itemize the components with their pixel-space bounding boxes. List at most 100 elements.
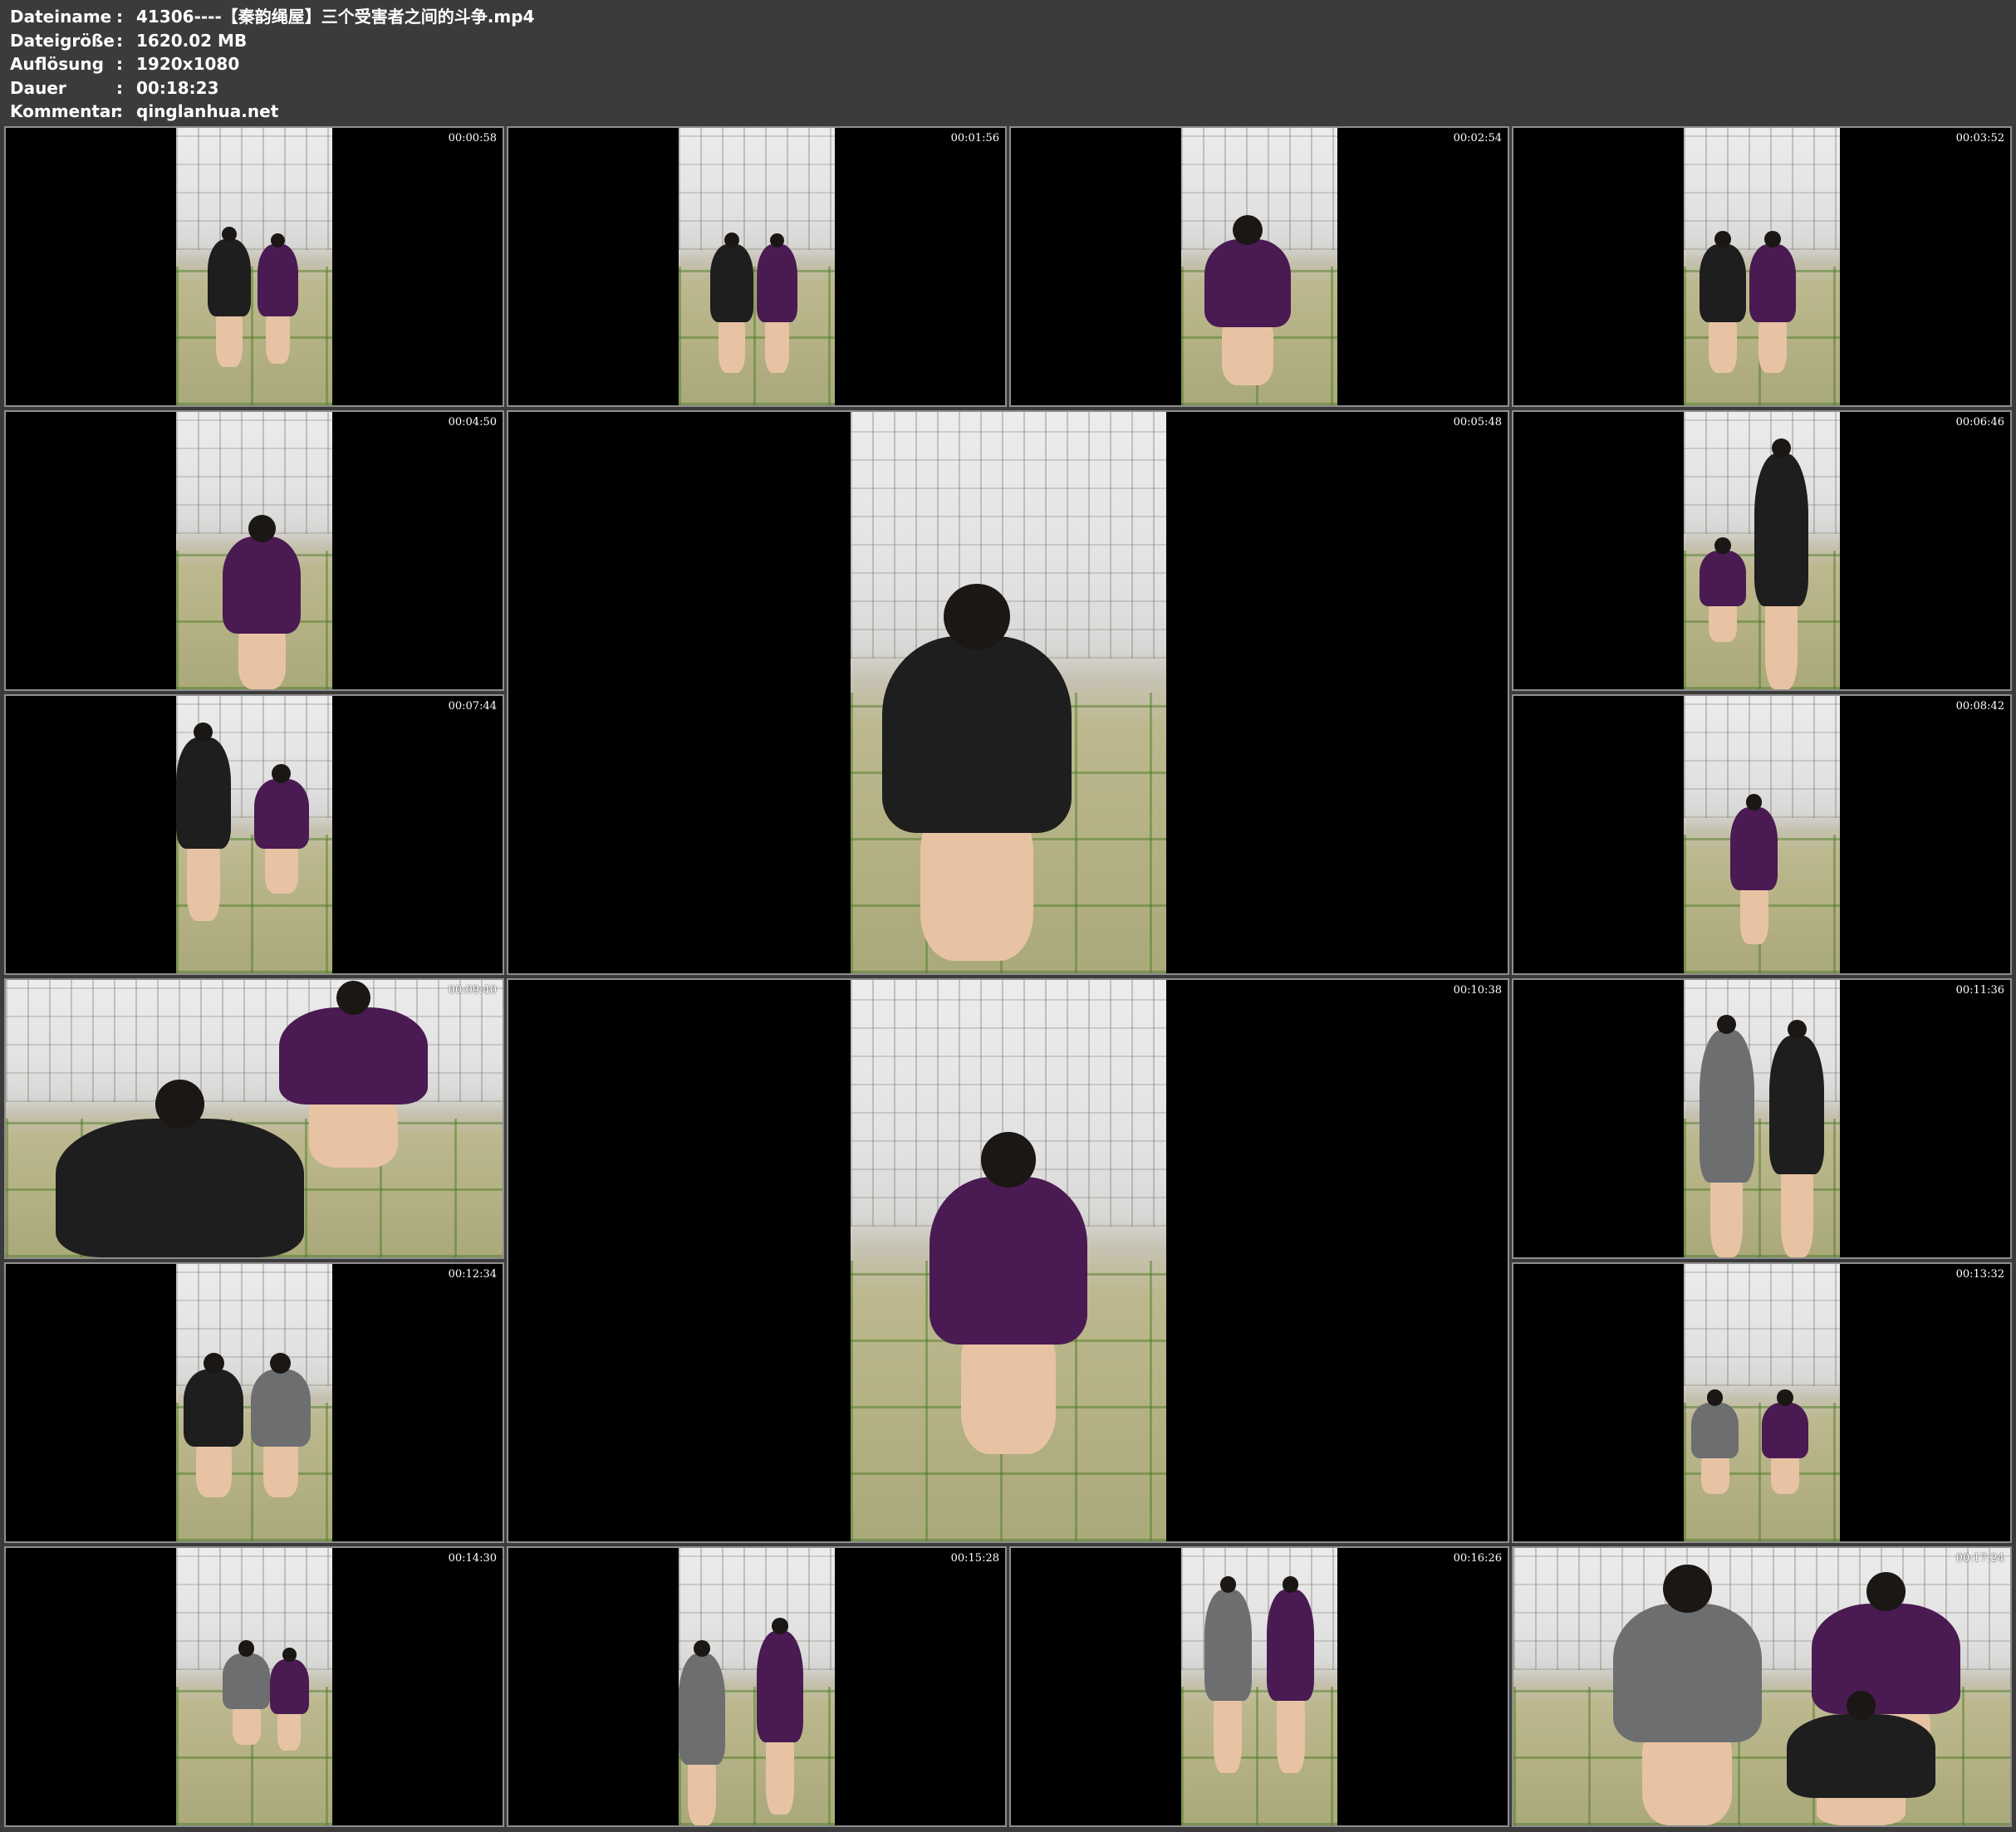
person-figure [55,1119,304,1257]
thumbnail-timestamp: 00:16:26 [1453,1552,1502,1565]
person-figure [207,238,252,317]
person-figure [254,779,309,849]
video-thumbnail[interactable]: 00:02:54 [1009,126,1509,407]
person-figure [269,1658,309,1715]
video-frame [1684,1264,1840,1541]
thumbnail-timestamp: 00:01:56 [950,132,999,145]
video-frame [176,412,332,689]
video-frame [1181,128,1337,405]
person-figure [251,1369,311,1447]
video-thumbnail[interactable]: 00:08:42 [1512,694,2012,975]
video-frame [679,1548,835,1825]
video-thumbnail[interactable]: 00:13:32 [1512,1262,2012,1543]
video-thumbnail[interactable]: 00:00:58 [4,126,504,407]
video-thumbnail[interactable]: 00:10:38 [507,978,1509,1543]
video-frame [851,412,1166,973]
person-figure [1691,1403,1739,1458]
person-head [1232,214,1263,245]
person-head [694,1640,711,1657]
video-frame [176,696,332,973]
thumbnail-timestamp: 00:02:54 [1453,132,1502,145]
video-thumbnail[interactable]: 00:01:56 [507,126,1007,407]
video-frame [1684,412,1840,689]
person-head [724,232,740,247]
thumbnail-timestamp: 00:11:36 [1955,984,2004,997]
person-figure [757,244,797,322]
person-head [1777,1389,1794,1406]
video-frame [679,128,835,405]
person-figure [223,1653,270,1709]
video-thumbnail[interactable]: 00:17:24 [1512,1546,2012,1827]
person-figure [1267,1590,1314,1701]
person-figure [1699,551,1747,606]
person-head [1745,793,1763,811]
person-head [238,1640,255,1657]
person-figure [1762,1403,1809,1458]
person-figure [709,244,754,322]
video-frame [176,128,332,405]
video-frame [1684,696,1840,973]
video-frame [6,980,503,1257]
thumbnail-timestamp: 00:05:48 [1453,416,1502,429]
person-figure [184,1369,243,1447]
video-thumbnail[interactable]: 00:12:34 [4,1262,504,1543]
person-figure [1699,1030,1754,1183]
thumbnail-timestamp: 00:12:34 [448,1268,497,1281]
person-figure [278,1007,429,1105]
person-head [282,1648,297,1662]
video-thumbnail[interactable]: 00:03:52 [1512,126,2012,407]
thumbnail-timestamp: 00:00:58 [448,132,497,145]
person-figure [1699,244,1747,322]
person-head [270,233,285,247]
person-figure [1612,1603,1762,1742]
person-head [1714,537,1731,554]
person-figure [1769,1035,1825,1174]
video-thumbnail[interactable]: 00:16:26 [1009,1546,1509,1827]
person-figure [882,636,1072,833]
person-head [1663,1565,1712,1614]
thumbnail-grid: 00:00:58 00:01:56 00:02:54 00:03:52 00:04:50… [0,0,2016,1832]
thumbnail-timestamp: 00:04:50 [448,416,497,429]
video-thumbnail[interactable]: 00:05:48 [507,410,1509,975]
thumbnail-timestamp: 00:14:30 [448,1552,497,1565]
person-figure [1786,1714,1936,1798]
video-frame [1513,1548,2010,1825]
person-figure [1730,806,1778,890]
thumbnail-timestamp: 00:15:28 [950,1552,999,1565]
person-head [1771,438,1791,458]
video-thumbnail[interactable]: 00:09:40 [4,978,504,1259]
video-thumbnail[interactable]: 00:04:50 [4,410,504,691]
thumbnail-timestamp: 00:17:24 [1955,1552,2004,1565]
person-head [1866,1572,1906,1612]
person-figure [257,244,298,317]
person-figure [757,1631,804,1742]
video-thumbnail[interactable]: 00:11:36 [1512,978,2012,1259]
person-head [944,583,1010,650]
person-figure [1204,238,1291,328]
person-head [194,722,213,742]
video-frame [1181,1548,1337,1825]
person-head [1717,1014,1737,1034]
thumbnail-timestamp: 00:13:32 [1955,1268,2004,1281]
person-head [336,980,371,1015]
person-head [980,1132,1037,1188]
person-figure [679,1653,726,1765]
thumbnail-timestamp: 00:03:52 [1955,132,2004,145]
video-frame [176,1548,332,1825]
video-frame [1684,980,1840,1257]
person-figure [1204,1590,1252,1701]
thumbnail-timestamp: 00:06:46 [1955,416,2004,429]
video-thumbnail[interactable]: 00:15:28 [507,1546,1007,1827]
person-figure [1749,244,1797,322]
video-thumbnail[interactable]: 00:07:44 [4,694,504,975]
person-figure [176,737,231,849]
video-thumbnail[interactable]: 00:06:46 [1512,410,2012,691]
person-head [1219,1576,1237,1594]
video-thumbnail[interactable]: 00:14:30 [4,1546,504,1827]
thumbnail-timestamp: 00:10:38 [1453,984,1502,997]
person-head [769,233,784,247]
person-head [155,1080,204,1129]
person-figure [1811,1603,1961,1715]
person-head [1714,231,1731,248]
video-frame [176,1264,332,1541]
